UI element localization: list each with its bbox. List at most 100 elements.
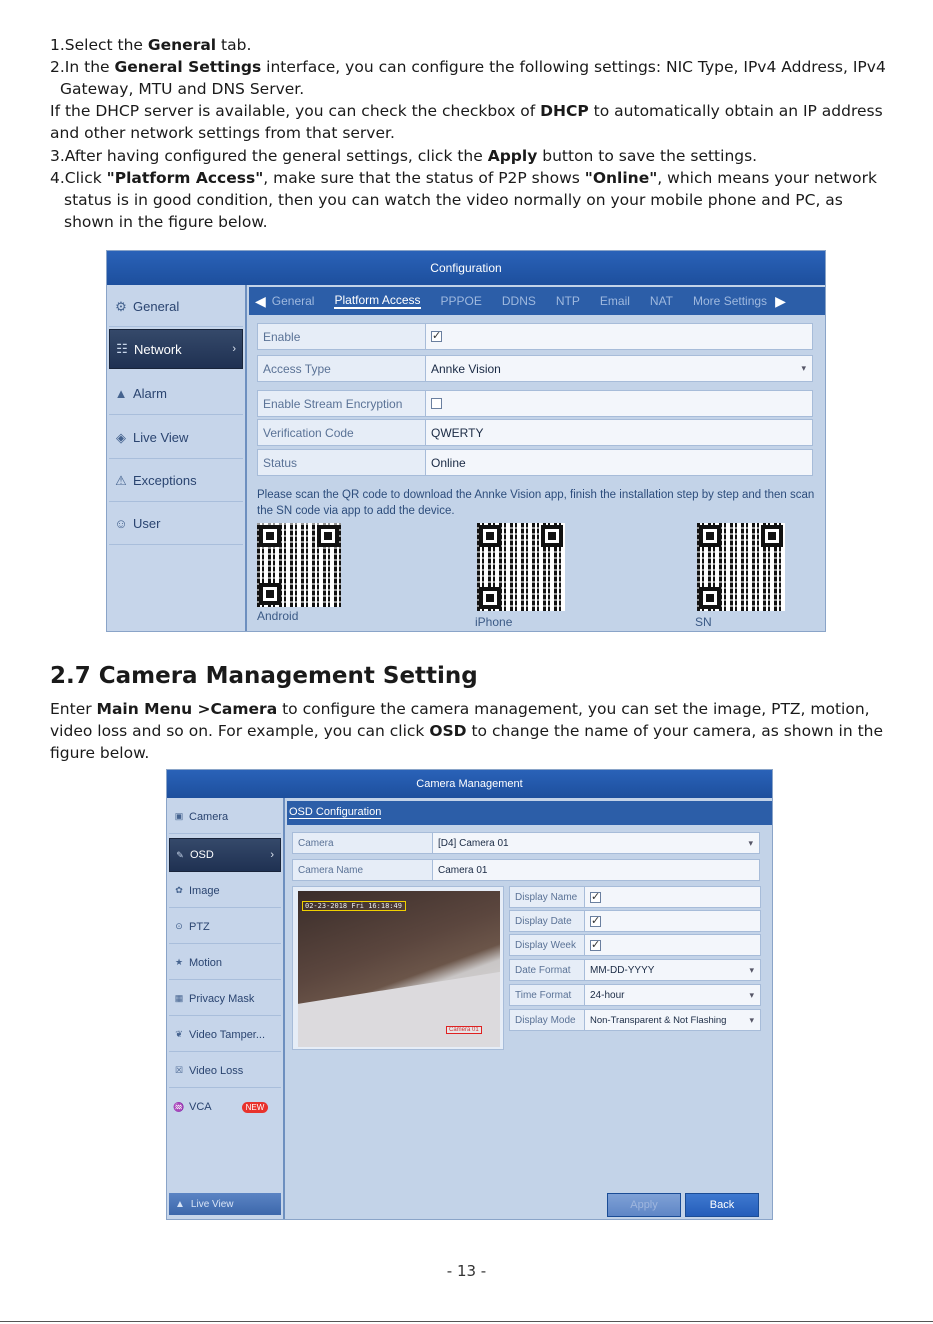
camera-icon: ▣ [174,811,184,821]
row-stream-encryption: Enable Stream Encryption [257,390,813,417]
sidebar-item-camera[interactable]: ▣ Camera [169,800,281,834]
tab-osd-configuration[interactable]: OSD Configuration [289,806,382,819]
step-4-text-cont2: shown in the figure below. [64,213,268,231]
tab-pppoe[interactable]: PPPOE [441,294,482,308]
user-icon: ☺ [114,516,128,531]
section-heading: 2.7 Camera Management Setting [50,663,478,689]
osd-timestamp[interactable]: 02-23-2018 Fri 16:18:49 [302,901,406,911]
sidebar-item-motion[interactable]: ★ Motion [169,946,281,980]
vca-icon: ♒ [173,1101,185,1112]
row-label: Display Week [510,935,585,955]
time-format-dropdown[interactable]: 24-hour ▾ [585,985,760,1005]
osd-camera-name[interactable]: Camera 01 [446,1026,482,1034]
sidebar-item-osd[interactable]: ✎ OSD › [169,838,281,872]
sidebar-item-exceptions[interactable]: ⚠ Exceptions [109,460,243,502]
apply-button[interactable]: Apply [607,1193,681,1217]
home-icon: ▲ [175,1198,185,1210]
tab-platform-access[interactable]: Platform Access [334,293,421,309]
row-label: Status [258,450,426,475]
row-camera-name: Camera Name Camera 01 [292,859,760,881]
sidebar-item-vca[interactable]: ♒ VCA NEW [169,1090,281,1124]
window-title: Camera Management [167,770,772,798]
tab-scroll-right-icon[interactable]: ▶ [775,293,786,310]
display-week-checkbox[interactable] [590,938,601,951]
stream-encryption-checkbox[interactable] [431,398,442,409]
back-button[interactable]: Back [685,1193,759,1217]
camera-intro-text-cont: video loss and so on. For example, you c… [50,722,884,740]
sidebar-item-video-loss[interactable]: ☒ Video Loss [169,1054,281,1088]
step-3-text: 3.After having configured the general se… [50,147,758,165]
qr-finder [479,587,501,609]
camera-sidebar: ▣ Camera ✎ OSD › ✿ Image ⊙ PTZ ★ Motion … [167,798,285,1219]
access-type-dropdown[interactable]: Annke Vision ▾ [426,356,812,381]
row-access-type: Access Type Annke Vision ▾ [257,355,813,382]
sidebar-item-live-view[interactable]: ◈ Live View [109,417,243,459]
qr-code-android [257,523,341,607]
verification-code-field[interactable]: QWERTY [426,420,812,445]
step-1-text: 1.Select the General tab. [50,36,252,54]
row-enable: Enable [257,323,813,350]
live-view-label: Live View [190,1198,234,1210]
row-label: Camera Name [293,860,433,880]
step-2-text-cont: Gateway, MTU and DNS Server. [60,80,305,98]
sidebar-item-image[interactable]: ✿ Image [169,874,281,908]
display-mode-dropdown[interactable]: Non-Transparent & Not Flashing ▾ [585,1010,760,1030]
tab-scroll-left-icon[interactable]: ◀ [255,293,266,310]
warning-icon: ⚠ [115,472,127,488]
row-status: Status Online [257,449,813,476]
preview-floor [298,967,500,1047]
sidebar-item-ptz[interactable]: ⊙ PTZ [169,910,281,944]
sidebar-item-alarm[interactable]: ▲ Alarm [109,373,243,415]
sidebar-label: Privacy Mask [189,992,255,1005]
tab-email[interactable]: Email [600,294,630,308]
live-view-button[interactable]: ▲ Live View [169,1193,281,1215]
display-date-checkbox[interactable] [590,914,601,927]
video-loss-icon: ☒ [174,1065,184,1075]
image-icon: ✿ [175,885,183,895]
chevron-down-icon: ▾ [748,837,753,848]
configuration-window: Configuration ⚙ General ☷ Network › ▲ Al… [106,250,826,632]
sidebar-label: Network [134,341,182,357]
camera-preview-video[interactable]: 02-23-2018 Fri 16:18:49 Camera 01 [298,891,500,1047]
row-label: Time Format [510,985,585,1005]
sidebar-item-network[interactable]: ☷ Network › [109,329,243,369]
camera-name-input[interactable]: Camera 01 [433,860,759,880]
row-label: Verification Code [258,420,426,445]
row-label: Enable [258,324,426,349]
sidebar-item-video-tamper[interactable]: ❦ Video Tamper... [169,1018,281,1052]
tab-ntp[interactable]: NTP [556,294,580,308]
sidebar-label: Video Loss [189,1064,244,1077]
sidebar-label: OSD [190,849,214,861]
sidebar-label: Video Tamper... [189,1028,266,1041]
sidebar-label: General [133,299,180,314]
sidebar-label: VCA [189,1101,212,1113]
tab-nat[interactable]: NAT [650,294,673,308]
row-label: Display Name [510,887,585,907]
sidebar-item-user[interactable]: ☺ User [109,503,243,545]
date-format-dropdown[interactable]: MM-DD-YYYY ▾ [585,960,760,980]
display-mode-value: Non-Transparent & Not Flashing [590,1014,727,1026]
row-label: Enable Stream Encryption [258,391,426,416]
tab-general[interactable]: General [272,294,315,308]
qr-finder [761,525,783,547]
sidebar-label: Alarm [133,386,167,401]
gear-icon: ⚙ [115,298,127,314]
camera-select-value: [D4] Camera 01 [438,837,509,849]
osd-icon: ✎ [176,849,184,860]
sidebar-label: Exceptions [133,473,197,488]
tab-more-settings[interactable]: More Settings [693,294,767,308]
row-label: Display Date [510,911,585,931]
qr-finder [699,525,721,547]
page-number: - 13 - [446,1262,487,1280]
sidebar-item-general[interactable]: ⚙ General [109,287,243,327]
qr-label-sn: SN [695,615,712,629]
enable-value [426,324,812,349]
qr-label-android: Android [257,609,299,623]
camera-select[interactable]: [D4] Camera 01 ▾ [433,833,759,853]
enable-checkbox[interactable] [431,329,442,342]
display-name-checkbox[interactable] [590,890,601,903]
chevron-right-icon: › [232,343,236,355]
sidebar-item-privacy-mask[interactable]: ▦ Privacy Mask [169,982,281,1016]
tab-ddns[interactable]: DDNS [502,294,536,308]
chevron-down-icon: ▾ [749,1014,754,1025]
